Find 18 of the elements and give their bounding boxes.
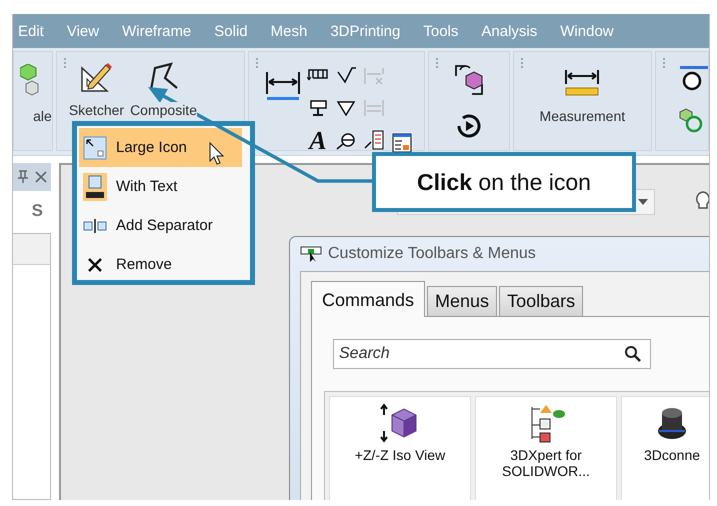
command-tile[interactable]: 3DXpert for SOLIDWOR... [475,396,617,500]
menu-item[interactable]: With Text [79,167,242,206]
text-tool-button[interactable]: A [309,130,327,152]
command-tile[interactable]: +Z/-Z Iso View [329,396,471,500]
toolbar-button[interactable]: Sketcher [68,60,124,118]
dialog-title: Customize Toolbars & Menus [328,245,536,263]
menu-item[interactable]: Add Separator [79,206,242,245]
callout: Click on the icon [372,152,636,212]
panel-tab[interactable]: S [32,201,43,221]
tab[interactable]: Toolbars [499,286,584,316]
menu-item[interactable]: Large Icon [79,128,242,167]
toolbar-button[interactable]: Measurement [540,68,626,150]
toolbar-label[interactable]: ale [33,108,52,124]
tab[interactable]: Menus [427,286,498,316]
menu-item[interactable]: Remove [79,245,242,284]
tab[interactable]: Commands [311,281,426,317]
command-tile[interactable]: 3Dconne [621,396,709,500]
search-field[interactable]: Search [333,339,651,369]
